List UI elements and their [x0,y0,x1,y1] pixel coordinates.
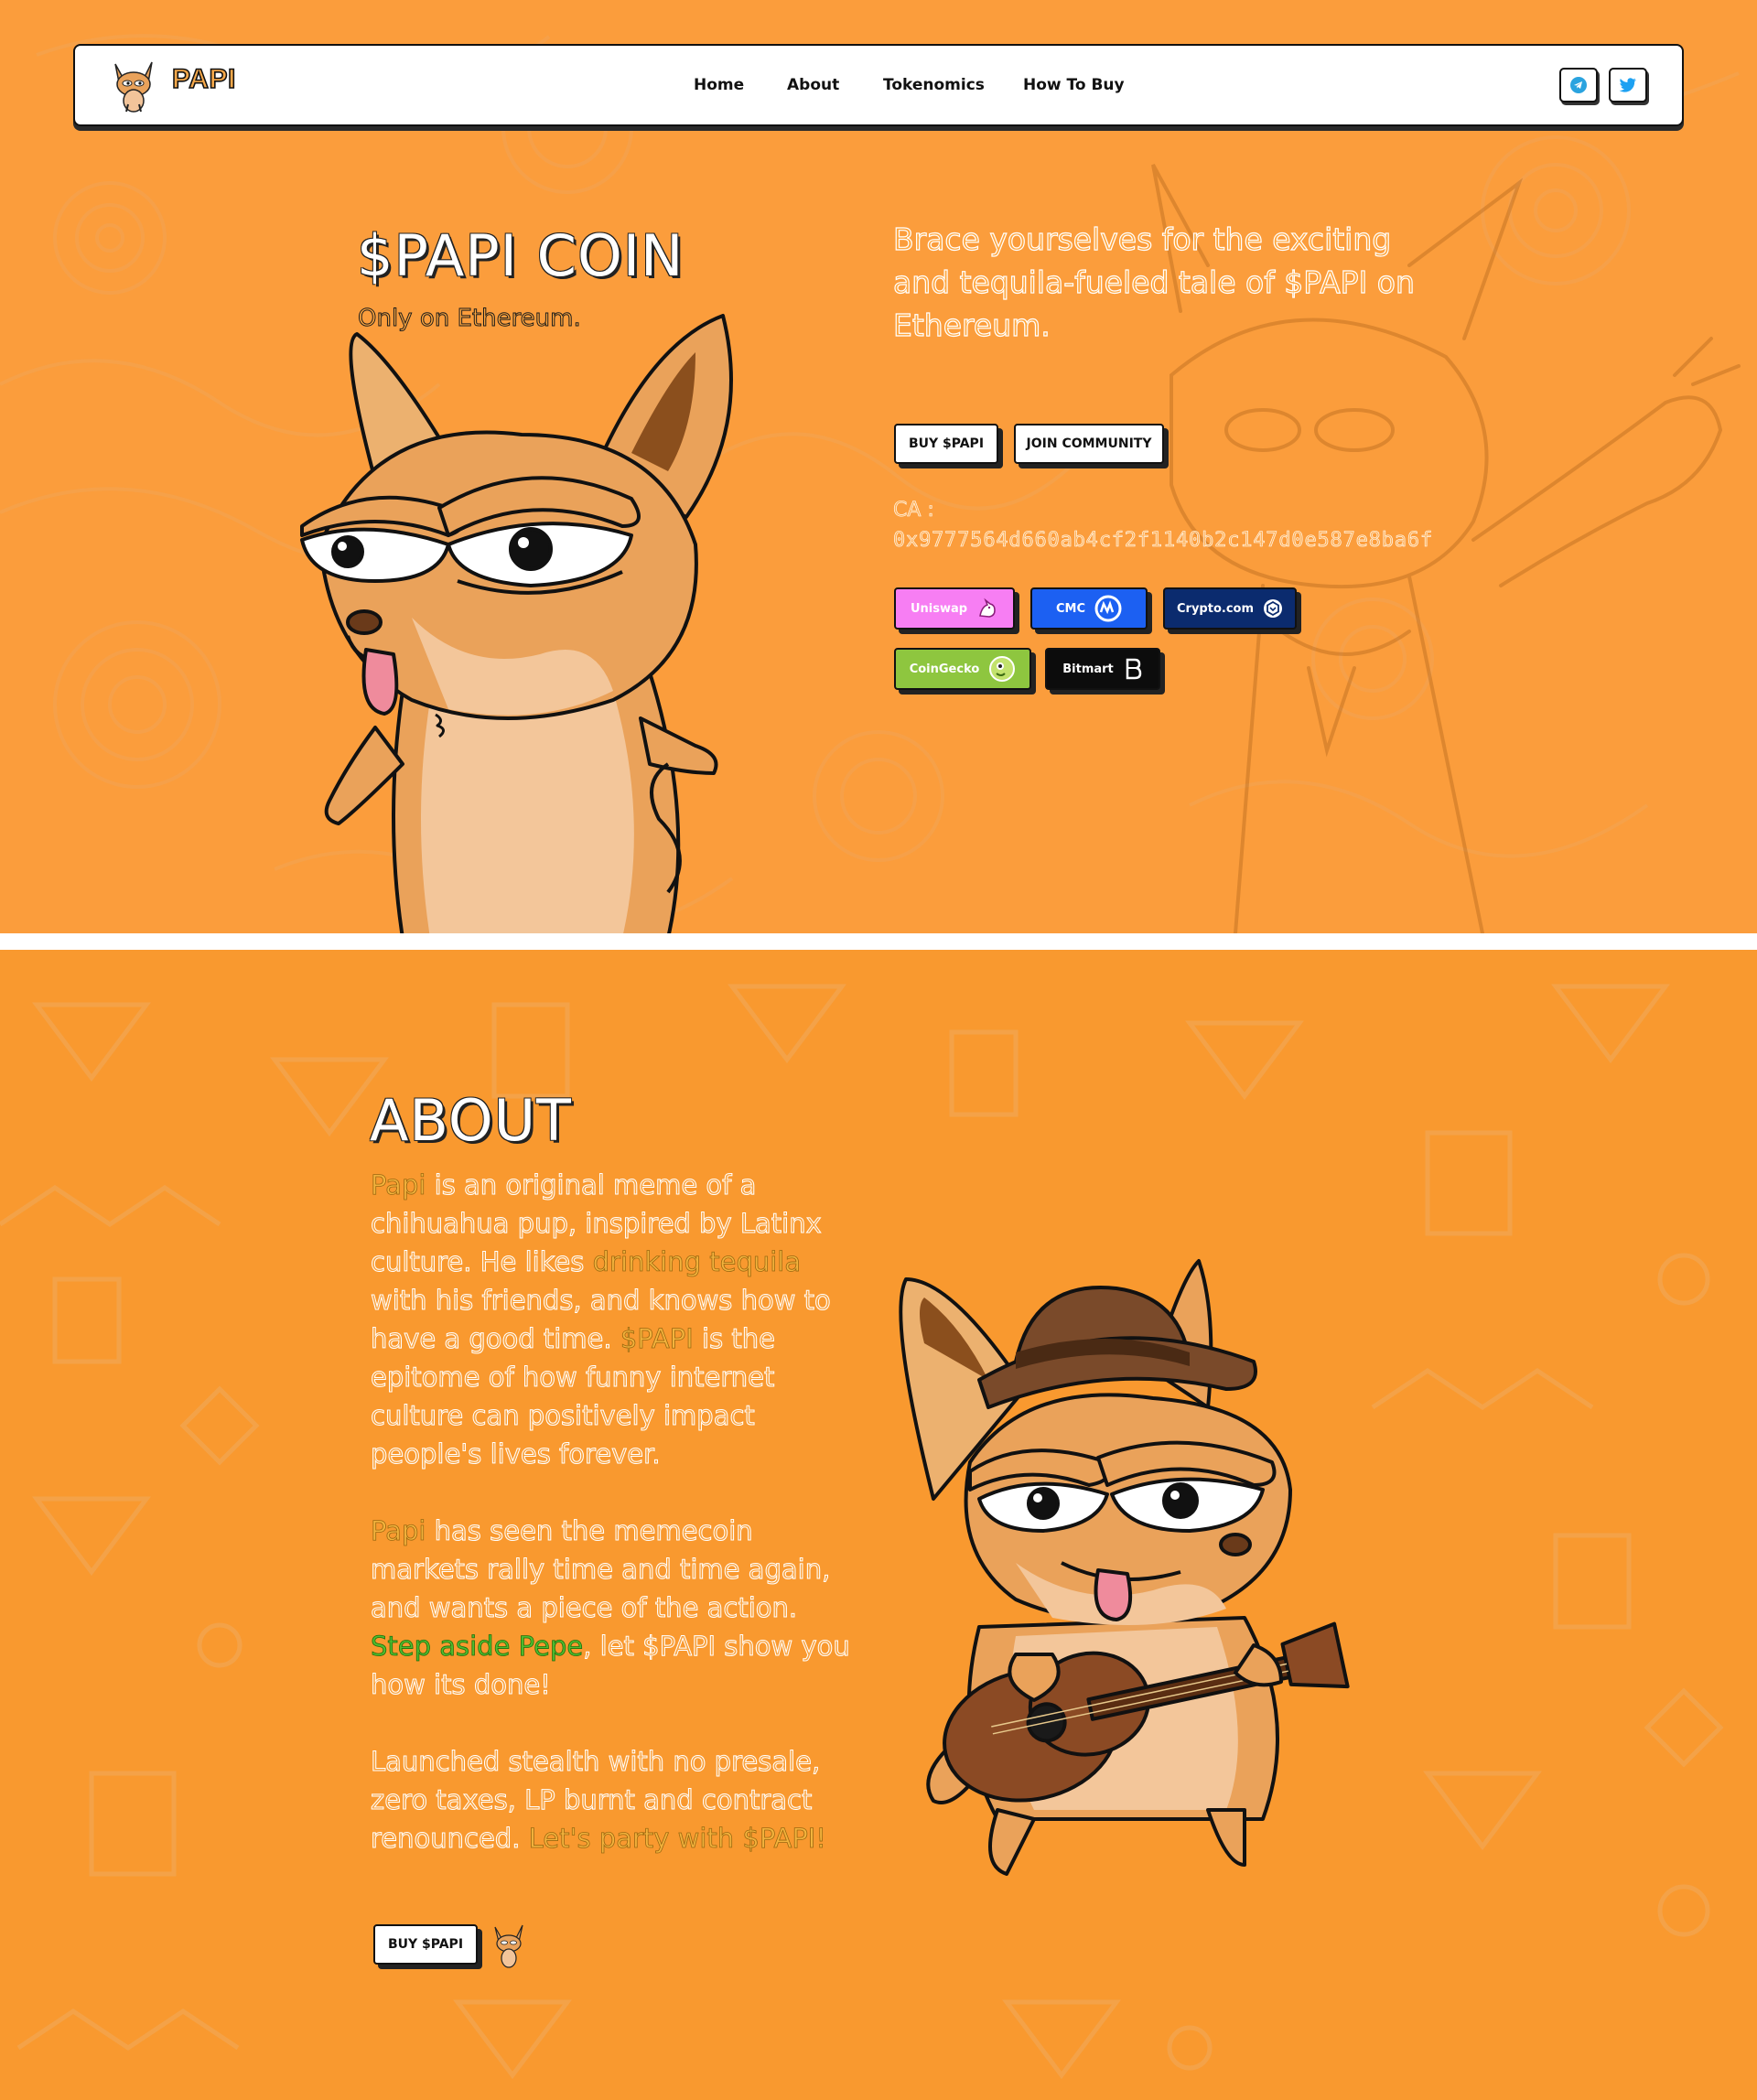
hero-tagline: Brace yourselves for the exciting and te… [892,221,1415,343]
telegram-button[interactable] [1559,68,1598,102]
crypto-com-label: Crypto.com [1177,601,1254,616]
hero-subtitle: Only on Ethereum. [358,305,582,333]
coingecko-icon [989,656,1016,682]
buy-papi-button[interactable]: BUY $PAPI [894,424,998,464]
party-highlight: Let's party with $PAPI! [528,1823,826,1855]
nav-link-how-to-buy[interactable]: How To Buy [1023,76,1125,94]
unicorn-icon [979,598,996,618]
cmc-label: CMC [1055,601,1086,616]
contract-address[interactable]: 0x9777564d660ab4cf2f1140b2c147d0e587e8ba… [893,529,1433,553]
bitmart-icon [1126,658,1142,680]
coinmarketcap-icon [1094,595,1122,622]
about-paragraph-3: Launched stealth with no presale, zero t… [370,1742,865,1858]
coingecko-label: CoinGecko [909,662,980,676]
papi-dog-illustration [300,314,733,933]
nav-link-home[interactable]: Home [694,76,744,94]
coingecko-button[interactable]: CoinGecko [894,648,1031,690]
papi-guitar-dog-illustration [899,1259,1350,1876]
hero-section: PAPI Home About Tokenomics How To Buy $P… [0,0,1757,933]
about-section: ABOUT Papi is an original meme of a chih… [0,950,1757,2100]
top-navbar: PAPI Home About Tokenomics How To Buy [73,44,1684,126]
uniswap-button[interactable]: Uniswap [894,587,1015,630]
about-paragraph-2: Papi has seen the memecoin markets rally… [370,1512,865,1704]
hero-title: $PAPI COIN [357,222,684,289]
nav-link-about[interactable]: About [787,76,839,94]
about-title: ABOUT [370,1087,572,1154]
papi-highlight: Papi [371,1515,426,1547]
small-chihuahua-icon [494,1924,523,1968]
uniswap-label: Uniswap [910,601,968,616]
brand-name[interactable]: PAPI [171,63,236,95]
papi-ticker-highlight: $PAPI [620,1323,694,1355]
nav-link-tokenomics[interactable]: Tokenomics [883,76,985,94]
section-divider [0,933,1757,950]
about-paragraph-1: Papi is an original meme of a chihuahua … [370,1166,865,1473]
crypto-com-icon [1264,599,1282,618]
papi-highlight: Papi [371,1169,426,1201]
contract-address-label: CA : [893,499,934,522]
about-buy-papi-button[interactable]: BUY $PAPI [373,1924,478,1965]
twitter-icon [1619,78,1636,92]
cmc-button[interactable]: CMC [1030,587,1148,630]
telegram-icon [1570,77,1587,93]
bitmart-label: Bitmart [1062,662,1114,676]
pepe-highlight: Step aside Pepe [371,1631,584,1663]
about-text: has seen the memecoin markets rally time… [370,1515,831,1624]
bitmart-button[interactable]: Bitmart [1045,648,1160,690]
crypto-com-button[interactable]: Crypto.com [1163,587,1297,630]
chihuahua-logo-icon[interactable] [110,57,157,113]
join-community-button[interactable]: JOIN COMMUNITY [1014,424,1164,464]
twitter-button[interactable] [1609,68,1647,102]
tequila-highlight: drinking tequila [592,1246,802,1278]
